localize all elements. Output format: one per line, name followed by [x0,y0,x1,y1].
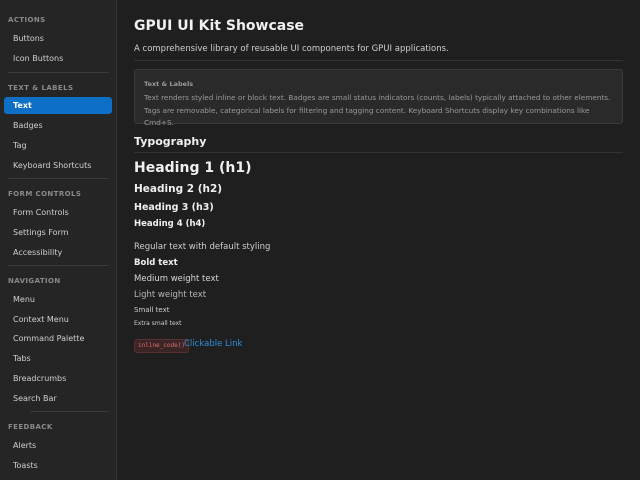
sidebar-item-accessibility[interactable]: Accessibility [4,244,112,261]
description-panel: Text & Labels Text renders styled inline… [134,69,623,127]
heading-1-sample: Heading 1 (h1) [134,160,252,176]
sidebar-section-actions: ACTIONS [8,16,46,24]
page-title: GPUI UI Kit Showcase [134,18,305,34]
light-text-sample: Light weight text [134,290,207,300]
heading-4-sample: Heading 4 (h4) [134,219,206,229]
sidebar-divider [8,72,109,73]
sidebar-item-tabs[interactable]: Tabs [4,350,112,367]
sidebar-divider [8,265,109,266]
sidebar-section-navigation: NAVIGATION [8,277,61,285]
page-subtitle: A comprehensive library of reusable UI c… [134,44,449,54]
clickable-link[interactable]: Clickable Link [184,339,242,349]
sidebar-item-search-bar[interactable]: Search Bar [4,390,112,407]
sidebar-item-toasts[interactable]: Toasts [4,457,112,474]
sidebar-item-alerts[interactable]: Alerts [4,437,112,454]
description-body: Text renders styled inline or block text… [144,93,611,127]
sidebar-item-icon-buttons[interactable]: Icon Buttons [4,50,112,67]
inline-code-sample: inline_code() [134,339,189,353]
medium-text-sample: Medium weight text [134,274,219,284]
bold-text-sample: Bold text [134,258,178,268]
heading-2-sample: Heading 2 (h2) [134,183,223,195]
heading-3-sample: Heading 3 (h3) [134,202,214,213]
sidebar-item-breadcrumbs[interactable]: Breadcrumbs [4,370,112,387]
sidebar-item-buttons[interactable]: Buttons [4,30,112,47]
section-title-typography: Typography [134,135,207,148]
sidebar-item-settings-form[interactable]: Settings Form [4,224,112,241]
sidebar-item-text[interactable]: Text [4,97,112,114]
sidebar: ACTIONS Buttons Icon Buttons TEXT & LABE… [0,0,117,480]
divider [134,60,623,61]
sidebar-item-context-menu[interactable]: Context Menu [4,311,112,328]
app-window: ACTIONS Buttons Icon Buttons TEXT & LABE… [0,0,640,480]
main-content: GPUI UI Kit Showcase A comprehensive lib… [117,0,640,480]
sidebar-section-form-controls: FORM CONTROLS [8,190,82,198]
divider [134,152,623,153]
sidebar-divider [8,178,109,179]
sidebar-section-text-labels: TEXT & LABELS [8,84,74,92]
sidebar-item-badges[interactable]: Badges [4,117,112,134]
sidebar-item-command-palette[interactable]: Command Palette [4,330,112,347]
sidebar-item-menu[interactable]: Menu [4,291,112,308]
sidebar-item-tag[interactable]: Tag [4,137,112,154]
sidebar-item-keyboard-shortcuts[interactable]: Keyboard Shortcuts [4,157,112,174]
regular-text-sample: Regular text with default styling [134,242,271,252]
sidebar-divider [30,411,109,412]
sidebar-item-form-controls[interactable]: Form Controls [4,204,112,221]
extra-small-text-sample: Extra small text [134,320,182,327]
sidebar-section-feedback: FEEDBACK [8,423,53,431]
small-text-sample: Small text [134,306,170,314]
description-title: Text & Labels [144,80,194,88]
